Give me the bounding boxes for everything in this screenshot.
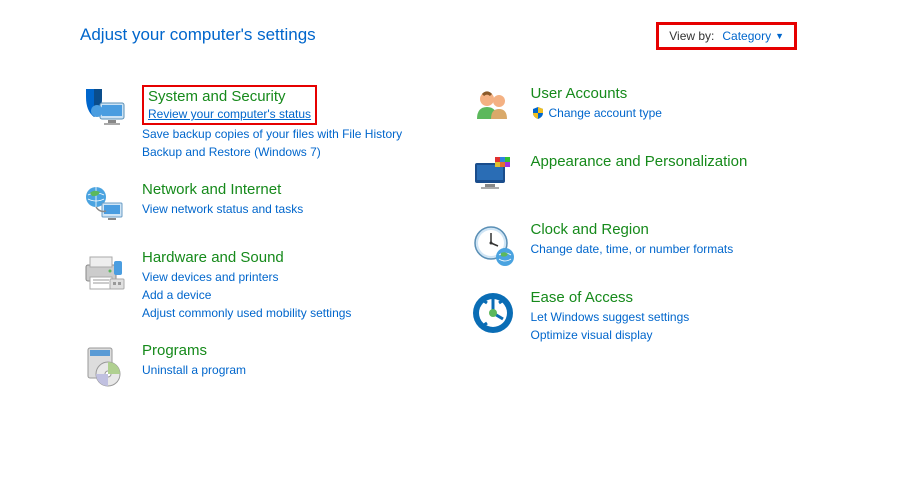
- category-title-ease[interactable]: Ease of Access: [531, 289, 634, 306]
- category-hardware: Hardware and Sound View devices and prin…: [80, 249, 429, 322]
- category-appearance: Appearance and Personalization: [469, 153, 818, 201]
- link-uninstall[interactable]: Uninstall a program: [142, 361, 429, 379]
- link-devices-printers[interactable]: View devices and printers: [142, 268, 429, 286]
- view-by-label: View by:: [669, 29, 714, 43]
- disc-box-icon: [80, 342, 128, 390]
- highlight-system-security: System and Security Review your computer…: [142, 85, 317, 125]
- network-globe-icon: [80, 181, 128, 229]
- category-title-network[interactable]: Network and Internet: [142, 181, 281, 198]
- chevron-down-icon: ▼: [775, 31, 784, 41]
- link-add-device[interactable]: Add a device: [142, 286, 429, 304]
- category-title-appearance[interactable]: Appearance and Personalization: [531, 153, 748, 170]
- link-optimize-display[interactable]: Optimize visual display: [531, 326, 818, 344]
- view-by-dropdown[interactable]: Category ▼: [722, 29, 784, 43]
- category-user-accounts: User Accounts Change account type: [469, 85, 818, 133]
- ease-access-icon: [469, 289, 517, 337]
- category-title-programs[interactable]: Programs: [142, 342, 207, 359]
- category-title-system-security[interactable]: System and Security: [148, 88, 286, 105]
- printer-icon: [80, 249, 128, 297]
- view-by-value-text: Category: [722, 29, 771, 43]
- category-title-accounts[interactable]: User Accounts: [531, 85, 628, 102]
- link-windows-suggest[interactable]: Let Windows suggest settings: [531, 308, 818, 326]
- uac-shield-icon: [531, 106, 545, 120]
- shield-monitor-icon: [80, 85, 128, 133]
- link-change-account[interactable]: Change account type: [549, 104, 662, 122]
- page-title: Adjust your computer's settings: [80, 25, 316, 45]
- link-review-status[interactable]: Review your computer's status: [148, 107, 311, 121]
- category-title-clock[interactable]: Clock and Region: [531, 221, 649, 238]
- category-programs: Programs Uninstall a program: [80, 342, 429, 390]
- link-date-time[interactable]: Change date, time, or number formats: [531, 240, 818, 258]
- people-icon: [469, 85, 517, 133]
- clock-globe-icon: [469, 221, 517, 269]
- category-clock: Clock and Region Change date, time, or n…: [469, 221, 818, 269]
- category-title-hardware[interactable]: Hardware and Sound: [142, 249, 284, 266]
- view-by-control: View by: Category ▼: [656, 22, 797, 50]
- link-file-history[interactable]: Save backup copies of your files with Fi…: [142, 125, 429, 143]
- link-backup-restore[interactable]: Backup and Restore (Windows 7): [142, 143, 429, 161]
- link-mobility[interactable]: Adjust commonly used mobility settings: [142, 304, 429, 322]
- link-network-status[interactable]: View network status and tasks: [142, 200, 429, 218]
- category-ease-access: Ease of Access Let Windows suggest setti…: [469, 289, 818, 344]
- monitor-swatch-icon: [469, 153, 517, 201]
- category-network: Network and Internet View network status…: [80, 181, 429, 229]
- category-system-security: System and Security Review your computer…: [80, 85, 429, 161]
